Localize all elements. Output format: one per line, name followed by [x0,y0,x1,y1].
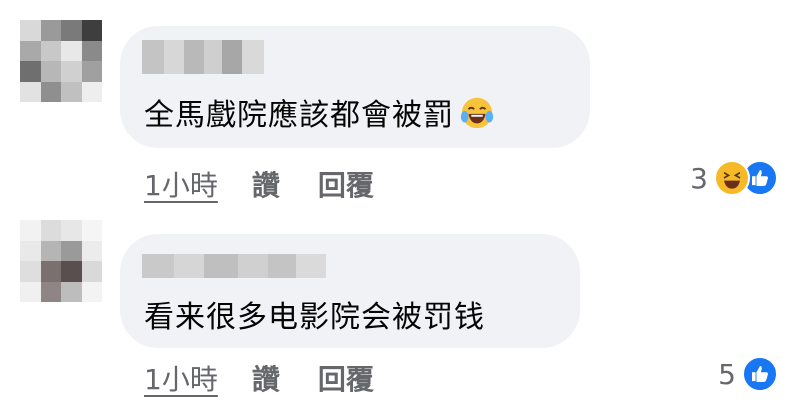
avatar[interactable] [20,220,102,302]
like-button[interactable]: 讚 [252,164,280,204]
comment-text: 全馬戲院應該都會被罰 [144,90,496,134]
comment-bubble: 看来很多电影院会被罚钱 [120,234,580,348]
reaction-summary[interactable]: 3 [690,160,778,196]
reaction-count: 3 [690,161,708,195]
reaction-summary[interactable]: 5 [718,356,778,392]
laughing-tears-icon [460,97,494,129]
haha-icon [714,160,750,196]
author-name-redacted[interactable] [142,40,264,74]
timestamp-link[interactable]: 1小時 [144,164,218,204]
like-button[interactable]: 讚 [252,358,280,398]
author-name-redacted[interactable] [142,254,326,278]
comment-body: 全馬戲院應該都會被罰 [144,98,454,133]
comment-text: 看来很多电影院会被罚钱 [144,292,485,336]
avatar[interactable] [20,20,102,102]
reply-button[interactable]: 回覆 [318,164,374,204]
reply-button[interactable]: 回覆 [318,358,374,398]
comment-item: 全馬戲院應該都會被罰 1小時 讚 回覆 3 [0,0,800,202]
reaction-count: 5 [718,357,736,391]
comment-body: 看来很多电影院会被罚钱 [144,300,485,335]
timestamp-link[interactable]: 1小時 [144,358,218,398]
comment-actions: 1小時 讚 回覆 [144,164,374,204]
comment-actions: 1小時 讚 回覆 [144,358,374,398]
comment-item: 看来很多电影院会被罚钱 1小時 讚 回覆 5 [0,200,800,408]
like-icon [742,356,778,392]
comment-bubble: 全馬戲院應該都會被罰 [120,26,590,148]
